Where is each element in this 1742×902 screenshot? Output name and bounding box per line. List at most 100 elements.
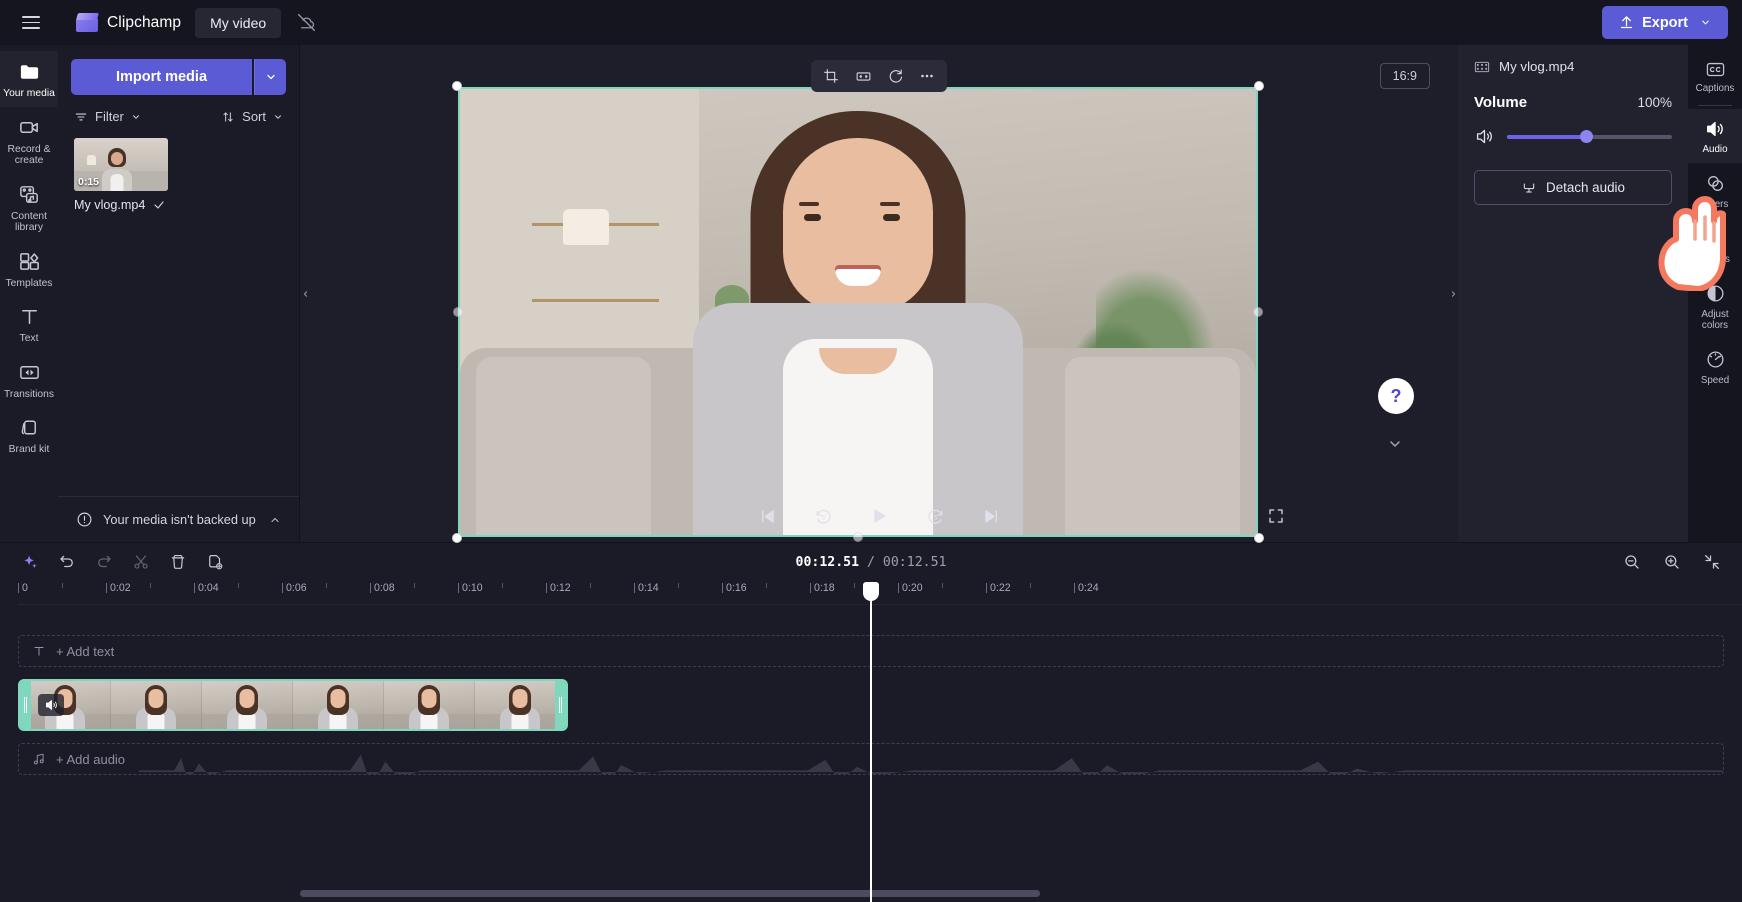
import-media-dropdown-button[interactable] — [254, 59, 286, 95]
skip-end-button[interactable] — [976, 502, 1006, 530]
svg-text:5: 5 — [933, 514, 937, 521]
sidebar-item-content-library[interactable]: Content library — [0, 174, 58, 241]
filter-sort-row: Filter Sort — [58, 95, 299, 134]
crop-button[interactable] — [816, 63, 846, 89]
filter-label: Filter — [95, 109, 124, 124]
import-media-button[interactable]: Import media — [71, 59, 252, 95]
play-button[interactable] — [864, 502, 894, 530]
media-name-row: My vlog.mp4 — [74, 198, 168, 212]
detach-audio-button[interactable]: Detach audio — [1474, 170, 1672, 205]
timeline-tools — [16, 549, 229, 575]
filters-circles-icon — [1707, 176, 1723, 191]
video-preview[interactable] — [452, 81, 1264, 543]
resize-handle-middle-right[interactable] — [1253, 307, 1263, 317]
collapse-left-panel-handle[interactable] — [300, 281, 310, 307]
duplicate-button[interactable] — [201, 549, 229, 575]
fit-timeline-icon — [1704, 554, 1720, 570]
filter-button[interactable]: Filter — [74, 109, 141, 124]
ruler-tick-major: 0:24 — [1074, 582, 1099, 594]
clip-trim-handle-left[interactable] — [20, 681, 31, 729]
tool-item-filters[interactable]: Filters — [1688, 163, 1742, 218]
timeline-scrollbar-thumb[interactable] — [300, 890, 1040, 897]
video-clip[interactable] — [18, 679, 569, 731]
skip-start-button[interactable] — [752, 502, 782, 530]
ruler-tick-label: 0:20 — [902, 582, 923, 594]
sidebar-item-record-create[interactable]: Record & create — [0, 107, 58, 174]
add-text-track[interactable]: + Add text — [18, 635, 1724, 667]
project-title-tab[interactable]: My video — [195, 7, 282, 38]
tool-label-captions: Captions — [1695, 83, 1735, 94]
collapse-panel-button[interactable] — [1384, 434, 1406, 454]
timeline-tracks: + Add text + Add audio — [0, 605, 1742, 775]
clip-audio-toggle[interactable] — [38, 694, 64, 716]
tool-item-audio[interactable]: Audio — [1688, 109, 1742, 163]
speaker-on-icon — [1707, 121, 1723, 137]
export-button[interactable]: Export — [1602, 6, 1728, 39]
tool-item-effects[interactable]: Effects — [1688, 218, 1742, 273]
resize-handle-bottom-right[interactable] — [1254, 533, 1264, 543]
tool-rail-divider — [1698, 105, 1732, 106]
zoom-out-button[interactable] — [1618, 549, 1646, 575]
sort-arrows-icon — [223, 111, 233, 122]
sidebar-item-text[interactable]: Text — [0, 296, 58, 352]
resize-handle-top-right[interactable] — [1254, 81, 1264, 91]
media-filename: My vlog.mp4 — [74, 198, 146, 212]
hamburger-menu-icon[interactable] — [14, 8, 48, 38]
timeline-horizontal-scrollbar[interactable] — [0, 890, 1742, 900]
media-thumbnail[interactable]: 0:15 — [74, 138, 168, 191]
delete-button[interactable] — [164, 549, 192, 575]
alert-circle-icon — [77, 512, 92, 527]
media-grid: 0:15 My vlog.mp4 — [58, 134, 299, 216]
redo-button[interactable] — [90, 549, 118, 575]
ruler-tick-minor — [502, 583, 503, 588]
tool-item-speed[interactable]: Speed — [1688, 339, 1742, 394]
ruler-tick-major: 0:14 — [634, 582, 659, 594]
content-library-icon — [19, 185, 38, 203]
fit-button[interactable] — [848, 63, 878, 89]
auto-enhance-button[interactable] — [16, 549, 44, 575]
brand-logo[interactable]: Clipchamp — [75, 13, 181, 32]
ruler-tick-label: 0:24 — [1078, 582, 1099, 594]
tool-item-captions[interactable]: Captions — [1688, 51, 1742, 102]
resize-handle-middle-left[interactable] — [453, 307, 463, 317]
sidebar-item-brand-kit[interactable]: Brand kit — [0, 407, 58, 463]
scissors-icon — [134, 555, 148, 569]
chevron-left-icon — [303, 290, 307, 297]
zoom-in-button[interactable] — [1658, 549, 1686, 575]
sidebar-item-transitions[interactable]: Transitions — [0, 352, 58, 408]
volume-value: 100% — [1637, 95, 1672, 110]
resize-handle-bottom-center[interactable] — [853, 532, 863, 542]
video-frame — [458, 87, 1258, 537]
preview-stage: 16:9 5 5 ? — [300, 45, 1458, 543]
tool-label-effects: Effects — [1700, 254, 1730, 265]
volume-slider[interactable] — [1507, 130, 1672, 143]
help-button[interactable]: ? — [1378, 378, 1414, 414]
volume-slider-handle[interactable] — [1579, 130, 1593, 143]
add-audio-track[interactable]: + Add audio — [18, 743, 1724, 775]
media-item[interactable]: 0:15 My vlog.mp4 — [74, 138, 168, 212]
aspect-ratio-badge[interactable]: 16:9 — [1379, 63, 1430, 89]
ruler-tick-label: 0:14 — [638, 582, 659, 594]
fit-timeline-button[interactable] — [1698, 549, 1726, 575]
resize-handle-bottom-left[interactable] — [452, 533, 462, 543]
sidebar-item-your-media[interactable]: Your media — [0, 51, 58, 107]
more-options-button[interactable] — [912, 63, 942, 89]
speaker-on-icon[interactable] — [1474, 127, 1495, 146]
clip-trim-handle-right[interactable] — [555, 681, 567, 729]
collapse-right-panel-handle[interactable] — [1448, 281, 1458, 307]
backup-status-bar[interactable]: Your media isn't backed up — [58, 496, 299, 542]
cloud-off-icon[interactable] — [291, 8, 321, 38]
sort-button[interactable]: Sort — [221, 109, 283, 124]
forward-button[interactable]: 5 — [920, 502, 950, 530]
tool-item-adjust-colors[interactable]: Adjust colors — [1688, 273, 1742, 339]
volume-row: Volume 100% — [1474, 94, 1672, 111]
timeline-ruler[interactable]: 0 0:02 0:04 0:06 0:08 0:10 0:12 0:14 0:16 0:18 0:2… — [18, 581, 1742, 605]
rotate-button[interactable] — [880, 63, 910, 89]
rewind-button[interactable]: 5 — [808, 502, 838, 530]
sidebar-item-templates[interactable]: Templates — [0, 241, 58, 297]
resize-handle-top-left[interactable] — [452, 81, 462, 91]
ruler-tick-minor — [590, 583, 591, 588]
speaker-on-icon — [45, 700, 57, 710]
undo-button[interactable] — [53, 549, 81, 575]
split-button[interactable] — [127, 549, 155, 575]
